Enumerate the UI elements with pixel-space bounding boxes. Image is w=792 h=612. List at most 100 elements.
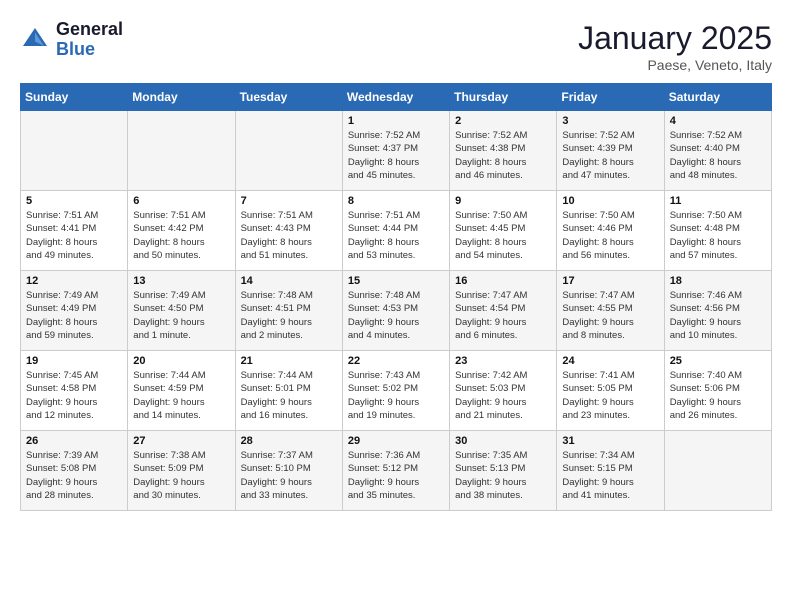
day-number: 13 xyxy=(133,275,229,287)
day-number: 16 xyxy=(455,275,551,287)
weekday-header-thursday: Thursday xyxy=(450,84,557,111)
day-info: Sunrise: 7:41 AM Sunset: 5:05 PM Dayligh… xyxy=(562,369,658,422)
day-info: Sunrise: 7:43 AM Sunset: 5:02 PM Dayligh… xyxy=(348,369,444,422)
day-cell: 5Sunrise: 7:51 AM Sunset: 4:41 PM Daylig… xyxy=(21,191,128,271)
day-info: Sunrise: 7:48 AM Sunset: 4:53 PM Dayligh… xyxy=(348,289,444,342)
day-info: Sunrise: 7:52 AM Sunset: 4:40 PM Dayligh… xyxy=(670,129,766,182)
day-cell: 6 Sunrise: 7:51 AM Sunset: 4:42 PM Daylig… xyxy=(128,191,235,271)
logo-icon xyxy=(20,25,50,55)
day-number: 3 xyxy=(562,115,658,127)
weekday-header-row: SundayMondayTuesdayWednesdayThursdayFrid… xyxy=(21,84,772,111)
day-cell: 24 Sunrise: 7:41 AM Sunset: 5:05 PM Dayli… xyxy=(557,351,664,431)
day-info: Sunrise: 7:39 AM Sunset: 5:08 PM Dayligh… xyxy=(26,449,122,502)
day-info: Sunrise: 7:52 AM Sunset: 4:38 PM Dayligh… xyxy=(455,129,551,182)
day-cell: 11Sunrise: 7:50 AM Sunset: 4:48 PM Dayli… xyxy=(664,191,771,271)
weekday-header-sunday: Sunday xyxy=(21,84,128,111)
day-number: 15 xyxy=(348,275,444,287)
day-info: Sunrise: 7:45 AM Sunset: 4:58 PM Dayligh… xyxy=(26,369,122,422)
day-cell: 22Sunrise: 7:43 AM Sunset: 5:02 PM Dayli… xyxy=(342,351,449,431)
day-info: Sunrise: 7:44 AM Sunset: 4:59 PM Dayligh… xyxy=(133,369,229,422)
day-info: Sunrise: 7:38 AM Sunset: 5:09 PM Dayligh… xyxy=(133,449,229,502)
day-cell: 7Sunrise: 7:51 AM Sunset: 4:43 PM Daylig… xyxy=(235,191,342,271)
day-cell: 14 Sunrise: 7:48 AM Sunset: 4:51 PM Dayli… xyxy=(235,271,342,351)
logo-blue: Blue xyxy=(56,40,123,60)
day-number: 20 xyxy=(133,355,229,367)
week-row-2: 5Sunrise: 7:51 AM Sunset: 4:41 PM Daylig… xyxy=(21,191,772,271)
day-number: 30 xyxy=(455,435,551,447)
day-number: 12 xyxy=(26,275,122,287)
day-info: Sunrise: 7:46 AM Sunset: 4:56 PM Dayligh… xyxy=(670,289,766,342)
day-cell: 9Sunrise: 7:50 AM Sunset: 4:45 PM Daylig… xyxy=(450,191,557,271)
day-info: Sunrise: 7:51 AM Sunset: 4:43 PM Dayligh… xyxy=(241,209,337,262)
title-area: January 2025 Paese, Veneto, Italy xyxy=(578,20,772,73)
day-number: 24 xyxy=(562,355,658,367)
logo-text: General Blue xyxy=(56,20,123,60)
day-number: 2 xyxy=(455,115,551,127)
day-cell: 27Sunrise: 7:38 AM Sunset: 5:09 PM Dayli… xyxy=(128,431,235,511)
day-cell: 13 Sunrise: 7:49 AM Sunset: 4:50 PM Dayli… xyxy=(128,271,235,351)
day-number: 19 xyxy=(26,355,122,367)
day-cell: 20 Sunrise: 7:44 AM Sunset: 4:59 PM Dayli… xyxy=(128,351,235,431)
day-cell: 12Sunrise: 7:49 AM Sunset: 4:49 PM Dayli… xyxy=(21,271,128,351)
day-number: 18 xyxy=(670,275,766,287)
page-header: General Blue January 2025 Paese, Veneto,… xyxy=(20,20,772,73)
day-info: Sunrise: 7:42 AM Sunset: 5:03 PM Dayligh… xyxy=(455,369,551,422)
location-subtitle: Paese, Veneto, Italy xyxy=(578,57,772,73)
day-cell xyxy=(664,431,771,511)
day-cell: 25 Sunrise: 7:40 AM Sunset: 5:06 PM Dayli… xyxy=(664,351,771,431)
weekday-header-tuesday: Tuesday xyxy=(235,84,342,111)
day-number: 25 xyxy=(670,355,766,367)
day-info: Sunrise: 7:49 AM Sunset: 4:50 PM Dayligh… xyxy=(133,289,229,342)
day-info: Sunrise: 7:52 AM Sunset: 4:39 PM Dayligh… xyxy=(562,129,658,182)
day-cell xyxy=(235,111,342,191)
day-cell xyxy=(128,111,235,191)
day-number: 8 xyxy=(348,195,444,207)
day-info: Sunrise: 7:35 AM Sunset: 5:13 PM Dayligh… xyxy=(455,449,551,502)
day-number: 31 xyxy=(562,435,658,447)
day-number: 26 xyxy=(26,435,122,447)
day-cell: 30 Sunrise: 7:35 AM Sunset: 5:13 PM Dayli… xyxy=(450,431,557,511)
week-row-1: 1 Sunrise: 7:52 AM Sunset: 4:37 PM Daylig… xyxy=(21,111,772,191)
day-cell: 28 Sunrise: 7:37 AM Sunset: 5:10 PM Dayli… xyxy=(235,431,342,511)
day-cell: 17 Sunrise: 7:47 AM Sunset: 4:55 PM Dayli… xyxy=(557,271,664,351)
day-cell: 2 Sunrise: 7:52 AM Sunset: 4:38 PM Daylig… xyxy=(450,111,557,191)
day-number: 29 xyxy=(348,435,444,447)
day-number: 1 xyxy=(348,115,444,127)
day-number: 10 xyxy=(562,195,658,207)
day-number: 14 xyxy=(241,275,337,287)
day-number: 6 xyxy=(133,195,229,207)
weekday-header-wednesday: Wednesday xyxy=(342,84,449,111)
day-number: 21 xyxy=(241,355,337,367)
day-number: 4 xyxy=(670,115,766,127)
day-cell: 15 Sunrise: 7:48 AM Sunset: 4:53 PM Dayli… xyxy=(342,271,449,351)
day-info: Sunrise: 7:40 AM Sunset: 5:06 PM Dayligh… xyxy=(670,369,766,422)
day-info: Sunrise: 7:37 AM Sunset: 5:10 PM Dayligh… xyxy=(241,449,337,502)
day-cell: 3 Sunrise: 7:52 AM Sunset: 4:39 PM Daylig… xyxy=(557,111,664,191)
month-title: January 2025 xyxy=(578,20,772,57)
day-info: Sunrise: 7:44 AM Sunset: 5:01 PM Dayligh… xyxy=(241,369,337,422)
day-info: Sunrise: 7:50 AM Sunset: 4:46 PM Dayligh… xyxy=(562,209,658,262)
day-cell: 31 Sunrise: 7:34 AM Sunset: 5:15 PM Dayli… xyxy=(557,431,664,511)
day-info: Sunrise: 7:48 AM Sunset: 4:51 PM Dayligh… xyxy=(241,289,337,342)
day-info: Sunrise: 7:51 AM Sunset: 4:41 PM Dayligh… xyxy=(26,209,122,262)
weekday-header-monday: Monday xyxy=(128,84,235,111)
day-info: Sunrise: 7:36 AM Sunset: 5:12 PM Dayligh… xyxy=(348,449,444,502)
day-info: Sunrise: 7:47 AM Sunset: 4:54 PM Dayligh… xyxy=(455,289,551,342)
day-cell xyxy=(21,111,128,191)
day-cell: 21 Sunrise: 7:44 AM Sunset: 5:01 PM Dayli… xyxy=(235,351,342,431)
day-cell: 23 Sunrise: 7:42 AM Sunset: 5:03 PM Dayli… xyxy=(450,351,557,431)
day-cell: 29 Sunrise: 7:36 AM Sunset: 5:12 PM Dayli… xyxy=(342,431,449,511)
calendar-table: SundayMondayTuesdayWednesdayThursdayFrid… xyxy=(20,83,772,511)
day-cell: 4 Sunrise: 7:52 AM Sunset: 4:40 PM Daylig… xyxy=(664,111,771,191)
day-info: Sunrise: 7:51 AM Sunset: 4:44 PM Dayligh… xyxy=(348,209,444,262)
week-row-5: 26 Sunrise: 7:39 AM Sunset: 5:08 PM Dayli… xyxy=(21,431,772,511)
day-info: Sunrise: 7:52 AM Sunset: 4:37 PM Dayligh… xyxy=(348,129,444,182)
day-number: 28 xyxy=(241,435,337,447)
day-number: 23 xyxy=(455,355,551,367)
day-info: Sunrise: 7:51 AM Sunset: 4:42 PM Dayligh… xyxy=(133,209,229,262)
logo: General Blue xyxy=(20,20,123,60)
day-cell: 26 Sunrise: 7:39 AM Sunset: 5:08 PM Dayli… xyxy=(21,431,128,511)
day-number: 17 xyxy=(562,275,658,287)
day-info: Sunrise: 7:34 AM Sunset: 5:15 PM Dayligh… xyxy=(562,449,658,502)
day-info: Sunrise: 7:47 AM Sunset: 4:55 PM Dayligh… xyxy=(562,289,658,342)
